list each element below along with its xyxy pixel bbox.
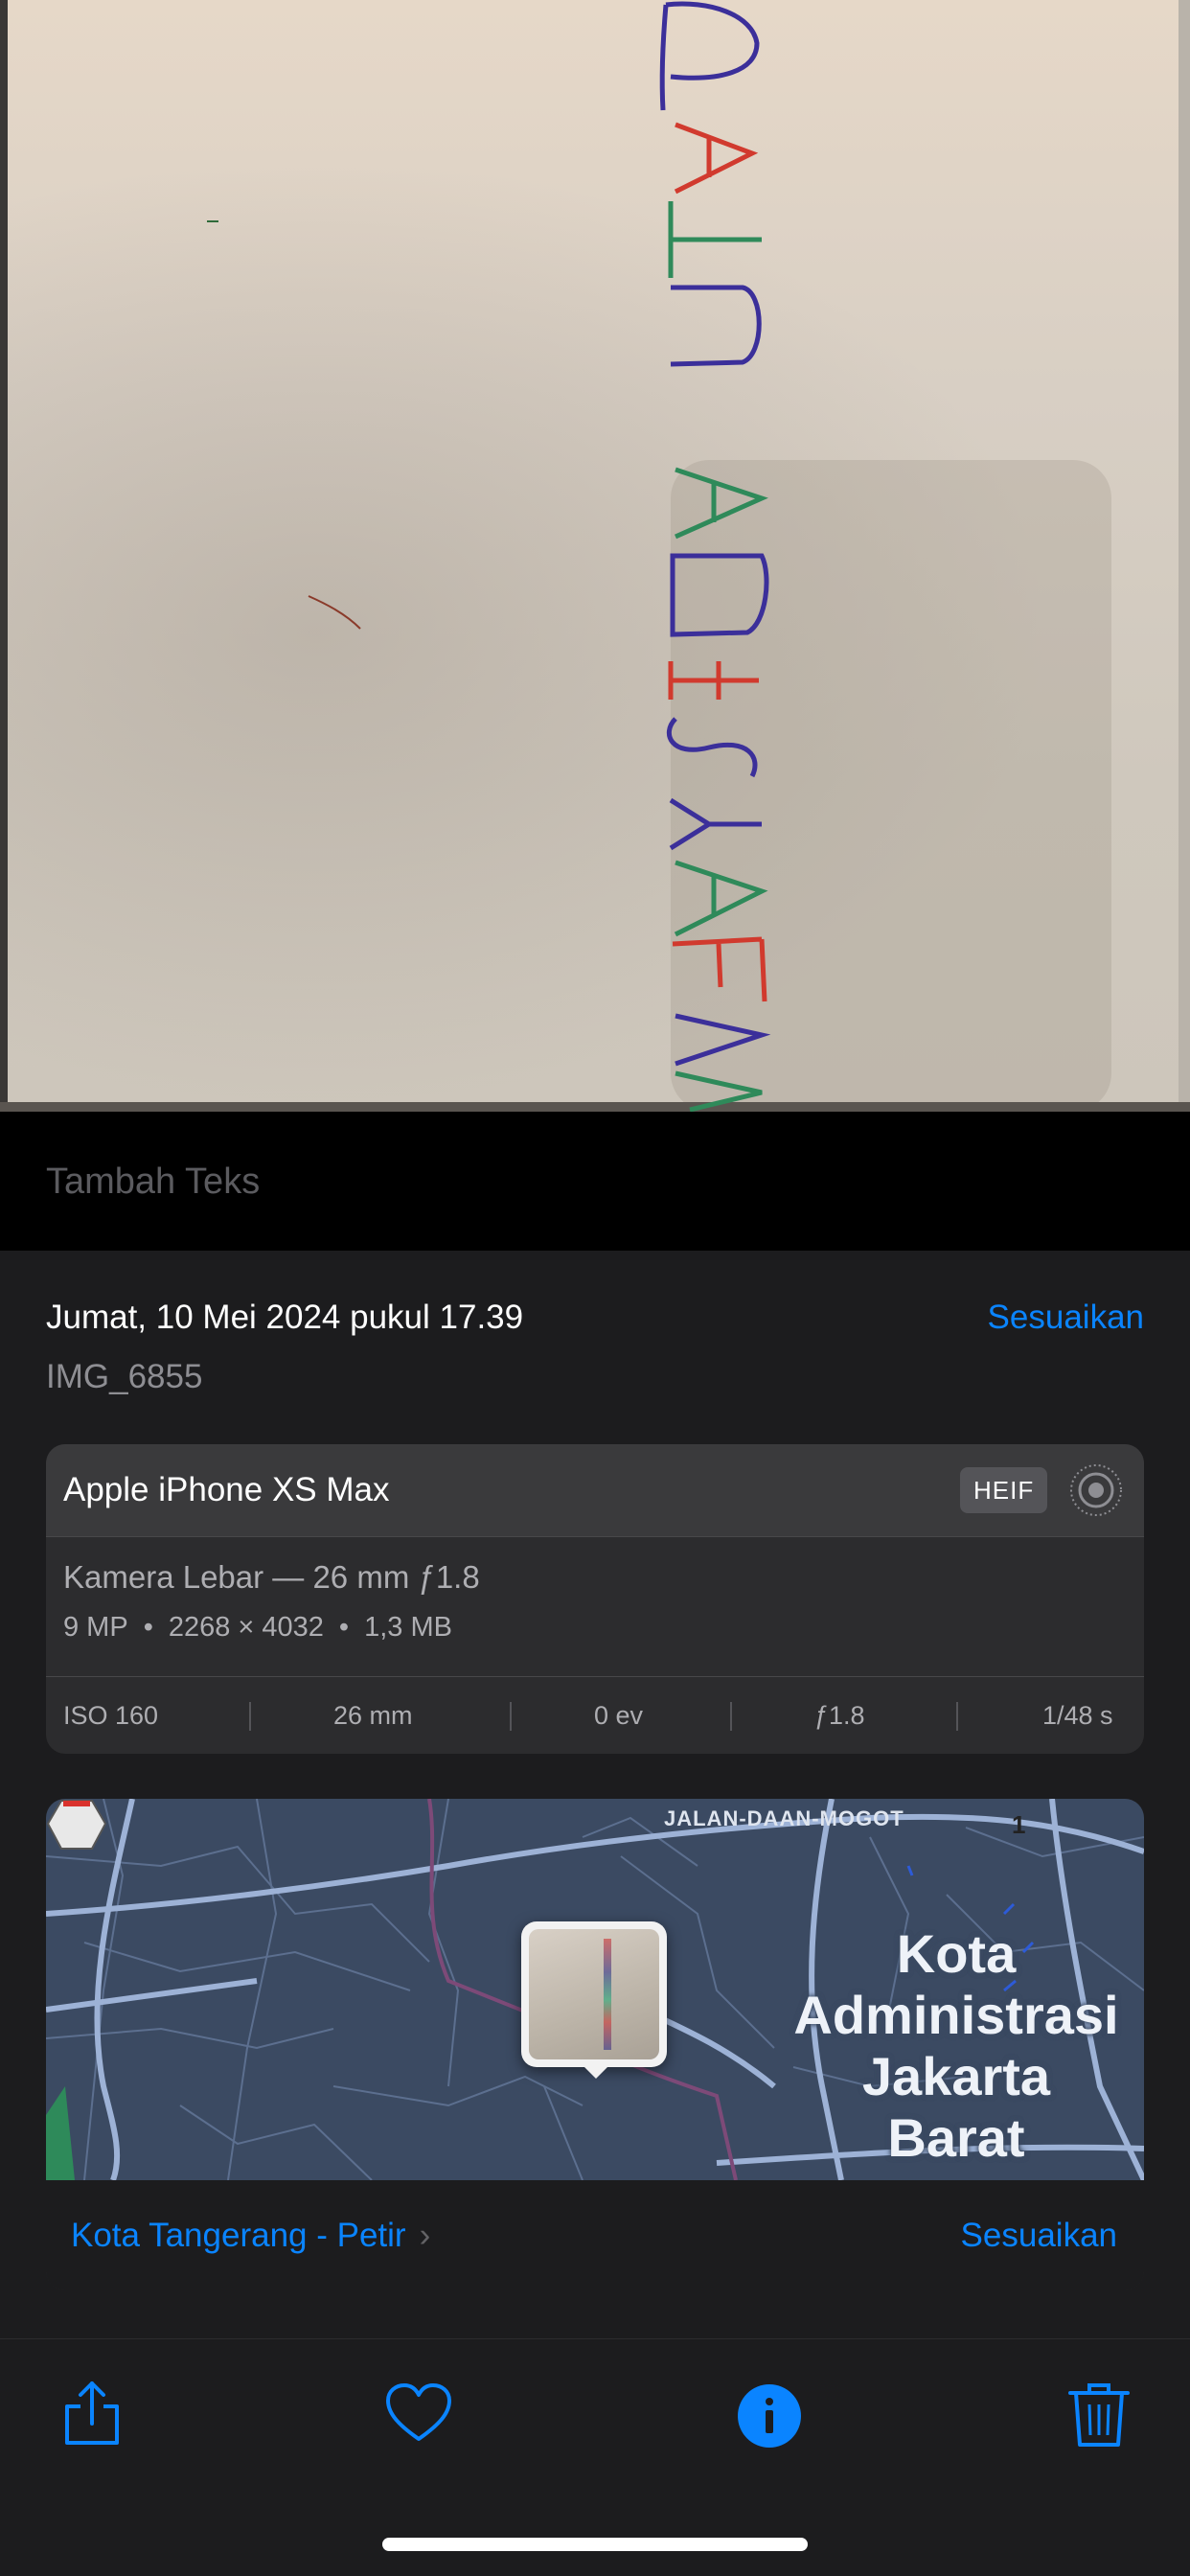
exif-divider — [510, 1702, 512, 1731]
live-photo-icon[interactable] — [1067, 1461, 1125, 1519]
city-label-line: Kota — [896, 1923, 1017, 1984]
photo-edge — [0, 0, 8, 1112]
exif-divider — [730, 1702, 732, 1731]
pen-mark — [308, 595, 361, 630]
camera-info-card: Apple iPhone XS Max HEIF Kamera Lebar — … — [46, 1444, 1144, 1754]
pin-thumbnail — [529, 1929, 659, 2059]
exif-focal-length: 26 mm — [333, 1701, 413, 1730]
share-icon[interactable] — [54, 2376, 130, 2452]
city-label-line: Administrasi — [793, 1985, 1119, 2045]
trash-icon[interactable] — [1061, 2376, 1137, 2452]
photo-filename: IMG_6855 — [46, 1358, 203, 1395]
exif-exposure: 0 ev — [594, 1701, 644, 1730]
separator-dot: • — [338, 1612, 350, 1643]
city-label-line: Barat — [887, 2107, 1025, 2168]
caption-area[interactable]: Tambah Teks — [0, 1112, 1190, 1251]
handwritten-name-drawing — [659, 1, 771, 1112]
format-badge: HEIF — [960, 1467, 1048, 1513]
photo-datetime: Jumat, 10 Mei 2024 pukul 17.39 — [46, 1299, 524, 1336]
route-shield-icon — [46, 1800, 107, 1850]
exif-shutter: 1/48 s — [1042, 1701, 1113, 1730]
home-indicator[interactable] — [382, 2538, 808, 2551]
exif-aperture: ƒ1.8 — [814, 1701, 865, 1730]
image-specs: 9 MP • 2268 × 4032 • 1,3 MB — [63, 1612, 452, 1644]
city-label: Kota Administrasi Jakarta Barat — [784, 1923, 1129, 2169]
location-name: Kota Tangerang - Petir — [71, 2217, 406, 2254]
lens-info: Kamera Lebar — 26 mm ƒ1.8 — [63, 1559, 480, 1595]
adjust-datetime-button[interactable]: Sesuaikan — [988, 1299, 1144, 1337]
location-map[interactable]: JALAN-DAAN-MOGOT 1 Kota Administrasi Jak… — [46, 1799, 1144, 2180]
photo-location-pin[interactable] — [521, 1921, 667, 2079]
pen-dot — [207, 220, 218, 222]
info-icon[interactable] — [731, 2376, 808, 2452]
adjust-location-button[interactable]: Sesuaikan — [961, 2217, 1117, 2255]
heart-icon[interactable] — [380, 2376, 457, 2452]
megapixels: 9 MP — [63, 1612, 128, 1643]
caption-placeholder[interactable]: Tambah Teks — [46, 1162, 260, 1203]
info-panel: Jumat, 10 Mei 2024 pukul 17.39 Sesuaikan… — [0, 1251, 1190, 2338]
location-link[interactable]: Kota Tangerang - Petir › — [71, 2217, 430, 2255]
photo-view[interactable] — [0, 0, 1190, 1112]
exif-iso: ISO 160 — [63, 1701, 159, 1730]
exif-divider — [956, 1702, 958, 1731]
chevron-right-icon: › — [419, 2217, 431, 2254]
pin-tail — [581, 2063, 611, 2079]
photo-bottom-edge — [0, 1102, 1190, 1112]
exif-divider — [249, 1702, 251, 1731]
resolution: 2268 × 4032 — [168, 1612, 324, 1643]
road-label: JALAN-DAAN-MOGOT — [664, 1806, 904, 1830]
file-size: 1,3 MB — [364, 1612, 452, 1643]
exif-row: ISO 160 26 mm 0 ev ƒ1.8 1/48 s — [46, 1676, 1144, 1754]
location-card: JALAN-DAAN-MOGOT 1 Kota Administrasi Jak… — [46, 1799, 1144, 2290]
route-number: 1 — [1012, 1810, 1026, 1839]
camera-card-header: Apple iPhone XS Max HEIF — [46, 1444, 1144, 1537]
location-footer: Kota Tangerang - Petir › Sesuaikan — [46, 2180, 1144, 2290]
device-name: Apple iPhone XS Max — [63, 1471, 390, 1508]
city-label-line: Jakarta — [861, 2046, 1051, 2106]
separator-dot: • — [143, 1612, 153, 1643]
paper-edge — [1179, 0, 1190, 1112]
